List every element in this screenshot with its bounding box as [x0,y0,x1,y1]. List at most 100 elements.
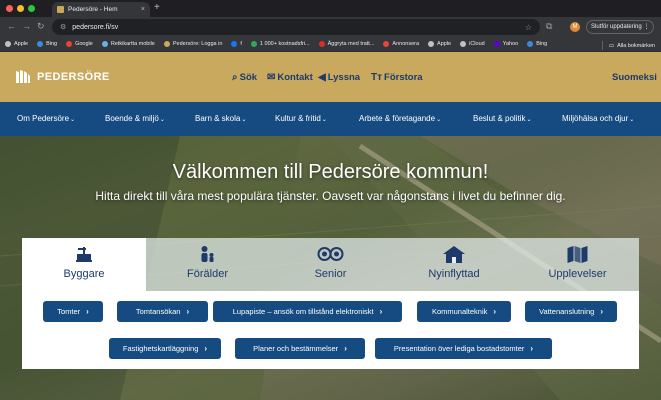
service-link-button[interactable]: Vattenanslutning › [525,301,617,322]
bookmark-item[interactable]: Bing [37,41,57,47]
reload-icon[interactable]: ↻ [37,21,45,32]
nav-item[interactable]: Om Pedersöre⌄ [17,114,75,123]
nav-item[interactable]: Beslut & politik⌄ [473,114,532,123]
service-tab[interactable]: Byggare [22,238,146,291]
bookmark-item[interactable]: Yahoo [493,41,519,47]
bookmark-label: Retkikartta mobile [110,41,155,47]
bookmark-favicon-icon [66,41,73,47]
site-header: PEDERSÖRE ⌕ Sök ✉ Kontakt ◀︎ Lyssna Tт F… [0,52,661,102]
bookmark-item[interactable]: f [231,41,242,47]
main-navigation: Om Pedersöre⌄ Boende & miljö⌄ Barn & skola… [0,102,661,136]
chevron-down-icon: ⌄ [321,117,327,123]
service-link-button[interactable]: Kommunalteknik › [417,301,511,322]
update-button[interactable]: Slutför uppdatering ⋮ [586,20,655,34]
folder-icon: ▭ [608,42,615,49]
site-logo[interactable]: PEDERSÖRE [14,68,110,86]
chevron-right-icon: › [204,344,208,353]
chevron-right-icon: › [493,307,497,316]
maximize-window-button[interactable] [28,5,35,12]
language-link[interactable]: Suomeksi [612,72,657,83]
service-tab[interactable]: Förälder [146,238,269,291]
chevron-right-icon: › [379,307,383,316]
service-tab-label: Senior [314,268,347,280]
bookmark-label: Äggryta med tratt... [327,41,375,47]
service-link-button[interactable]: Fastighetskartläggning › [109,338,221,359]
bookmark-item[interactable]: Pedersöre: Logga in [163,41,222,47]
bookmark-favicon-icon [250,41,257,47]
service-tab[interactable]: Upplevelser [516,238,639,291]
bookmark-star-icon[interactable]: ☆ [525,23,532,32]
bookmark-item[interactable]: Apple [428,41,451,47]
services-panel: Byggare Förälder Senior Nyinflyttad Upplevel… [22,238,639,369]
close-window-button[interactable] [6,5,13,12]
chevron-right-icon: › [186,307,190,316]
nav-item[interactable]: Miljöhälsa och djur⌄ [562,114,634,123]
nav-item[interactable]: Boende & miljö⌄ [105,114,165,123]
zoom-label: Förstora [384,72,423,83]
bookmark-item[interactable]: Apple [5,41,28,47]
back-arrow-icon[interactable]: ← [7,21,16,31]
site-info-icon[interactable]: ⚙ [60,23,66,31]
zoom-link[interactable]: Tт Förstora [371,72,423,83]
bookmark-item[interactable]: Äggryta med tratt... [318,41,375,47]
builder-icon [76,247,92,262]
bookmark-item[interactable]: Google [66,41,93,47]
hero-title: Välkommen till Pedersöre kommun! [172,161,489,183]
bookmark-favicon-icon [493,41,500,47]
bookmark-item[interactable]: 1 000+ kostnadsfri... [250,41,310,47]
bookmark-label: Annonsera [392,41,420,47]
bookmark-label: iCloud [469,41,485,47]
search-icon: ⌕ [232,72,238,83]
nav-item[interactable]: Barn & skola⌄ [195,114,246,123]
tab-title: Pedersöre - Hem [68,6,118,13]
service-link-button[interactable]: Tomtansökan › [117,301,208,322]
all-bookmarks-label: Alla bokmärken [617,42,655,49]
minimize-window-button[interactable] [17,5,24,12]
all-bookmarks-button[interactable]: ▭ Alla bokmärken [601,41,655,50]
service-link-button[interactable]: Planer och bestämmelser › [235,338,365,359]
update-label: Slutför uppdatering [591,24,642,30]
bookmark-item[interactable]: Annonsera [383,41,419,47]
browser-toolbar: ← → ↻ ⚙ pedersore.fi/sv ☆ ⧉ M Slutför up… [0,17,661,37]
site-favicon-icon [57,6,64,13]
tab-close-icon[interactable]: × [141,6,145,13]
bookmark-favicon-icon [428,41,435,47]
bookmark-item[interactable]: Retkikartta mobile [101,41,155,47]
service-tab-label: Byggare [63,268,105,280]
service-link-label: Presentation över lediga bostadstomter [393,344,525,353]
bookmarks-bar: Apple Bing Google Retkikartta mobile Pedersö… [0,37,661,52]
bookmark-favicon-icon [383,41,390,47]
chevron-down-icon: ⌄ [70,117,76,123]
nav-item[interactable]: Kultur & fritid⌄ [275,114,327,123]
service-tab[interactable]: Nyinflyttad [392,238,516,291]
bookmark-label: Bing [536,41,548,47]
service-link-label: Fastighetskartläggning [122,344,199,353]
browser-tab[interactable]: Pedersöre - Hem × [52,2,150,17]
service-link-button[interactable]: Tomter › [43,301,103,322]
chevron-right-icon: › [344,344,347,353]
bookmark-favicon-icon [527,41,534,47]
service-link-button[interactable]: Presentation över lediga bostadstomter › [375,338,552,359]
service-link-button[interactable]: Lupapiste – ansök om tillstånd elektroni… [213,301,402,322]
bookmark-label: Yahoo [502,41,519,47]
senior-icon [317,247,344,261]
nav-item-label: Beslut & politik [473,114,526,123]
service-link-label: Planer och bestämmelser [253,344,339,353]
service-link-label: Lupapiste – ansök om tillstånd elektroni… [232,307,374,316]
service-link-label: Kommunalteknik [431,307,488,316]
service-link-label: Tomtansökan [135,307,181,316]
new-tab-button[interactable]: + [154,2,160,13]
contact-link[interactable]: ✉ Kontakt [267,72,313,83]
extensions-icon[interactable]: ⧉ [546,21,552,32]
address-url[interactable]: pedersore.fi/sv [72,24,118,31]
listen-link[interactable]: ◀︎ Lyssna [318,72,360,83]
service-tab[interactable]: Senior [269,238,392,291]
forward-arrow-icon[interactable]: → [22,21,31,31]
profile-avatar[interactable]: M [570,22,580,32]
service-tabs: Byggare Förälder Senior Nyinflyttad Upplevel… [22,238,639,291]
bookmark-item[interactable]: Bing [527,41,547,47]
bookmark-item[interactable]: iCloud [460,41,485,47]
address-bar[interactable]: ⚙ pedersore.fi/sv ☆ [52,19,540,35]
nav-item[interactable]: Arbete & företagande⌄ [359,114,441,123]
search-link[interactable]: ⌕ Sök [232,72,257,83]
